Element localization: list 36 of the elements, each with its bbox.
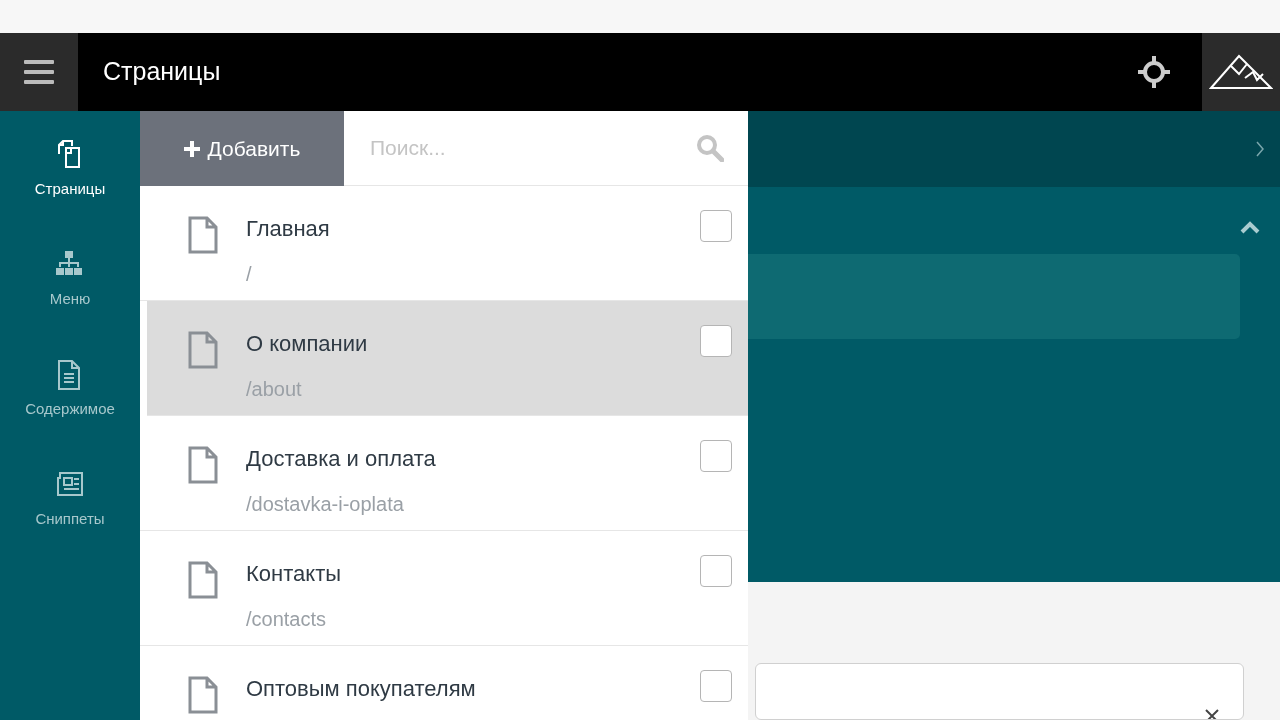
page-url: /contacts (246, 607, 328, 632)
collapse-icon[interactable] (1240, 220, 1260, 234)
input-field[interactable] (755, 662, 1244, 720)
page-icon (188, 331, 218, 369)
crosshair-icon[interactable] (1138, 56, 1170, 88)
page-checkbox[interactable] (700, 670, 732, 702)
plus-icon (183, 140, 200, 157)
sidebar-item[interactable]: Меню (0, 225, 140, 335)
search-field[interactable]: Поиск... (368, 131, 696, 165)
menu-icon[interactable] (24, 60, 54, 84)
logo-icon[interactable] (1209, 52, 1273, 92)
page-url: / (246, 262, 253, 287)
page-url: /dostavka-i-oplata (246, 492, 405, 517)
page-title: Главная (246, 215, 331, 243)
page-icon (188, 216, 218, 254)
page-icon (188, 676, 218, 714)
sidebar-item[interactable]: Содержимое (0, 335, 140, 445)
search-icon[interactable] (696, 134, 724, 162)
page-checkbox[interactable] (700, 555, 732, 587)
page-checkbox[interactable] (700, 210, 732, 242)
page-title: Страницы (102, 56, 221, 88)
page-icon (188, 561, 218, 599)
page-url: /about (246, 377, 303, 402)
page-title: О компании (246, 330, 369, 358)
add-button[interactable]: Добавить (140, 111, 344, 186)
page-title: Оптовым покупателям (246, 675, 477, 703)
chevron-right-icon[interactable] (1256, 140, 1264, 157)
page-title: Доставка и оплата (246, 445, 437, 473)
selected-row-highlight[interactable] (147, 301, 748, 415)
page-icon (188, 446, 218, 484)
page-checkbox[interactable] (700, 325, 732, 357)
close-icon[interactable] (1205, 709, 1219, 719)
page-title: Контакты (246, 560, 343, 588)
sidebar-item[interactable]: Сниппеты (0, 445, 140, 555)
sidebar-item[interactable]: Страницы (0, 115, 140, 225)
page-checkbox[interactable] (700, 440, 732, 472)
